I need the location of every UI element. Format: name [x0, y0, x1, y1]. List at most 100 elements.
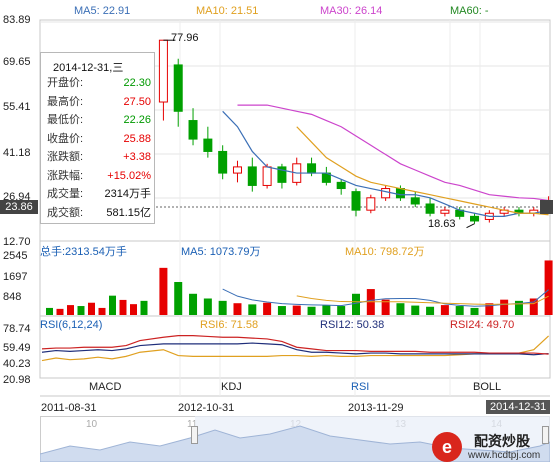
volume-bar — [189, 293, 198, 315]
volume-bar — [455, 306, 464, 315]
tooltip-row-label: 涨跌额: — [47, 151, 84, 163]
volume-bar — [119, 299, 127, 315]
volume-bars — [46, 260, 553, 315]
candle-body — [395, 188, 405, 199]
candle-body — [470, 215, 480, 222]
volume-bar — [218, 300, 227, 315]
volume-bar — [292, 305, 301, 315]
candle-body — [158, 39, 168, 103]
volume-bar — [485, 303, 494, 315]
tooltip-row: 最低价: 22.26 — [47, 112, 151, 129]
tab-rsi[interactable]: RSI — [351, 381, 369, 393]
rsi-y-label: 20.98 — [3, 374, 31, 386]
tab-boll[interactable]: BOLL — [473, 381, 501, 393]
timeline-date-current: 2014-12-31 — [486, 400, 551, 414]
volume-bar — [500, 299, 509, 315]
tooltip-date: 2014-12-31,三 — [53, 62, 124, 74]
tooltip-row-value: 22.30 — [123, 77, 151, 89]
candle-body — [218, 150, 228, 174]
tooltip-row: 涨跌幅: +15.02% — [47, 168, 151, 185]
candle-body — [173, 64, 183, 112]
candle-body — [307, 163, 317, 174]
tooltip-row: 收盘价: 25.88 — [47, 131, 151, 148]
volume-bar — [529, 298, 538, 315]
candlestick-series — [158, 39, 553, 229]
tooltip-row: 涨跌额: +3.38 — [47, 149, 151, 166]
volume-bar — [352, 293, 360, 315]
watermark-url: www.hcdtpj.com — [468, 450, 541, 461]
price-y-label: 55.41 — [3, 101, 31, 113]
tooltip-row-label: 最高价: — [47, 95, 84, 108]
candle-body — [381, 188, 391, 199]
watermark: e 配资炒股 www.hcdtpj.com — [430, 430, 552, 464]
tooltip-row-value: 22.26 — [123, 114, 151, 126]
volume-bar — [263, 302, 272, 315]
min-price-marker: 18.63 — [428, 218, 456, 230]
tooltip-row-value: +3.38 — [123, 151, 151, 163]
watermark-brand: 配资炒股 — [474, 433, 530, 449]
candle-body — [232, 166, 242, 174]
price-y-label: 83.89 — [3, 14, 31, 26]
price-y-label: 12.70 — [3, 236, 31, 248]
candle-body — [440, 209, 450, 214]
rsi6-legend: RSI6: 71.58 — [200, 319, 259, 331]
volume-bar — [77, 306, 85, 315]
candle-body — [425, 203, 435, 214]
volume-bar — [109, 295, 116, 315]
volume-ma10-line — [296, 295, 549, 305]
rsi12-line — [41, 342, 549, 356]
volume-bar — [337, 306, 346, 315]
volume-bar — [248, 304, 257, 315]
tooltip-row: 成交额: 581.15亿 — [47, 205, 151, 222]
current-price-tag-right — [540, 200, 553, 214]
price-y-label: 41.18 — [3, 147, 31, 159]
volume-bar — [98, 307, 106, 315]
volume-bar — [88, 302, 95, 315]
tooltip-row: 成交量: 2314万手 — [47, 186, 151, 203]
volume-bar — [544, 260, 553, 315]
volume-bar — [159, 267, 168, 315]
tooltip-row-value: 581.15亿 — [106, 206, 151, 219]
current-price-tag: 23.86 — [0, 200, 38, 214]
navigator-left-handle[interactable] — [191, 426, 198, 444]
rsi6-line — [41, 335, 550, 362]
rsi-title: RSI(6,12,24) — [40, 319, 103, 331]
tooltip-row-value: 27.50 — [123, 95, 151, 108]
volume-bar — [470, 307, 479, 315]
volume-ma5: MA5: 1073.79万 — [181, 246, 261, 258]
volume-y-label: 2545 — [3, 250, 28, 262]
rsi12-legend: RSI12: 50.38 — [320, 319, 385, 331]
tab-kdj[interactable]: KDJ — [221, 381, 242, 393]
rsi-y-label: 40.23 — [3, 358, 31, 370]
tooltip-row-label: 成交额: — [47, 206, 84, 219]
volume-bar — [440, 305, 449, 315]
candle-body — [366, 197, 376, 211]
volume-bar — [233, 303, 242, 315]
volume-y-label: 1697 — [3, 271, 28, 283]
ma30-line — [237, 104, 549, 202]
tooltip-row-label: 开盘价: — [47, 77, 84, 89]
volume-ma10: MA10: 798.72万 — [345, 246, 425, 258]
tooltip-row-value: +15.02% — [107, 169, 151, 182]
volume-bar — [46, 307, 53, 315]
tooltip-row-label: 最低价: — [47, 114, 84, 126]
tooltip-row: 开盘价: 22.30 — [47, 75, 151, 92]
ohlc-tooltip: 2014-12-31,三 开盘价: 22.30 最高价: 27.50 最低价: 22.26… — [40, 52, 155, 224]
volume-bar — [203, 298, 212, 315]
volume-bar — [307, 306, 316, 315]
timeline-date: 2012-10-31 — [178, 402, 235, 414]
tooltip-row-value: 2314万手 — [104, 188, 151, 200]
tooltip-row-label: 收盘价: — [47, 132, 84, 145]
candle-body — [203, 138, 213, 152]
watermark-logo-icon: e — [432, 432, 462, 462]
volume-bar — [322, 305, 331, 315]
rsi24-legend: RSI24: 49.70 — [450, 319, 515, 331]
volume-bar — [411, 305, 420, 315]
svg-text:e: e — [442, 437, 452, 457]
tab-macd[interactable]: MACD — [89, 381, 121, 393]
candle-body — [188, 120, 198, 140]
volume-bar — [277, 306, 286, 315]
candle-body — [262, 166, 272, 186]
current-price: 23.86 — [5, 201, 33, 213]
price-y-label: 69.65 — [3, 56, 31, 68]
